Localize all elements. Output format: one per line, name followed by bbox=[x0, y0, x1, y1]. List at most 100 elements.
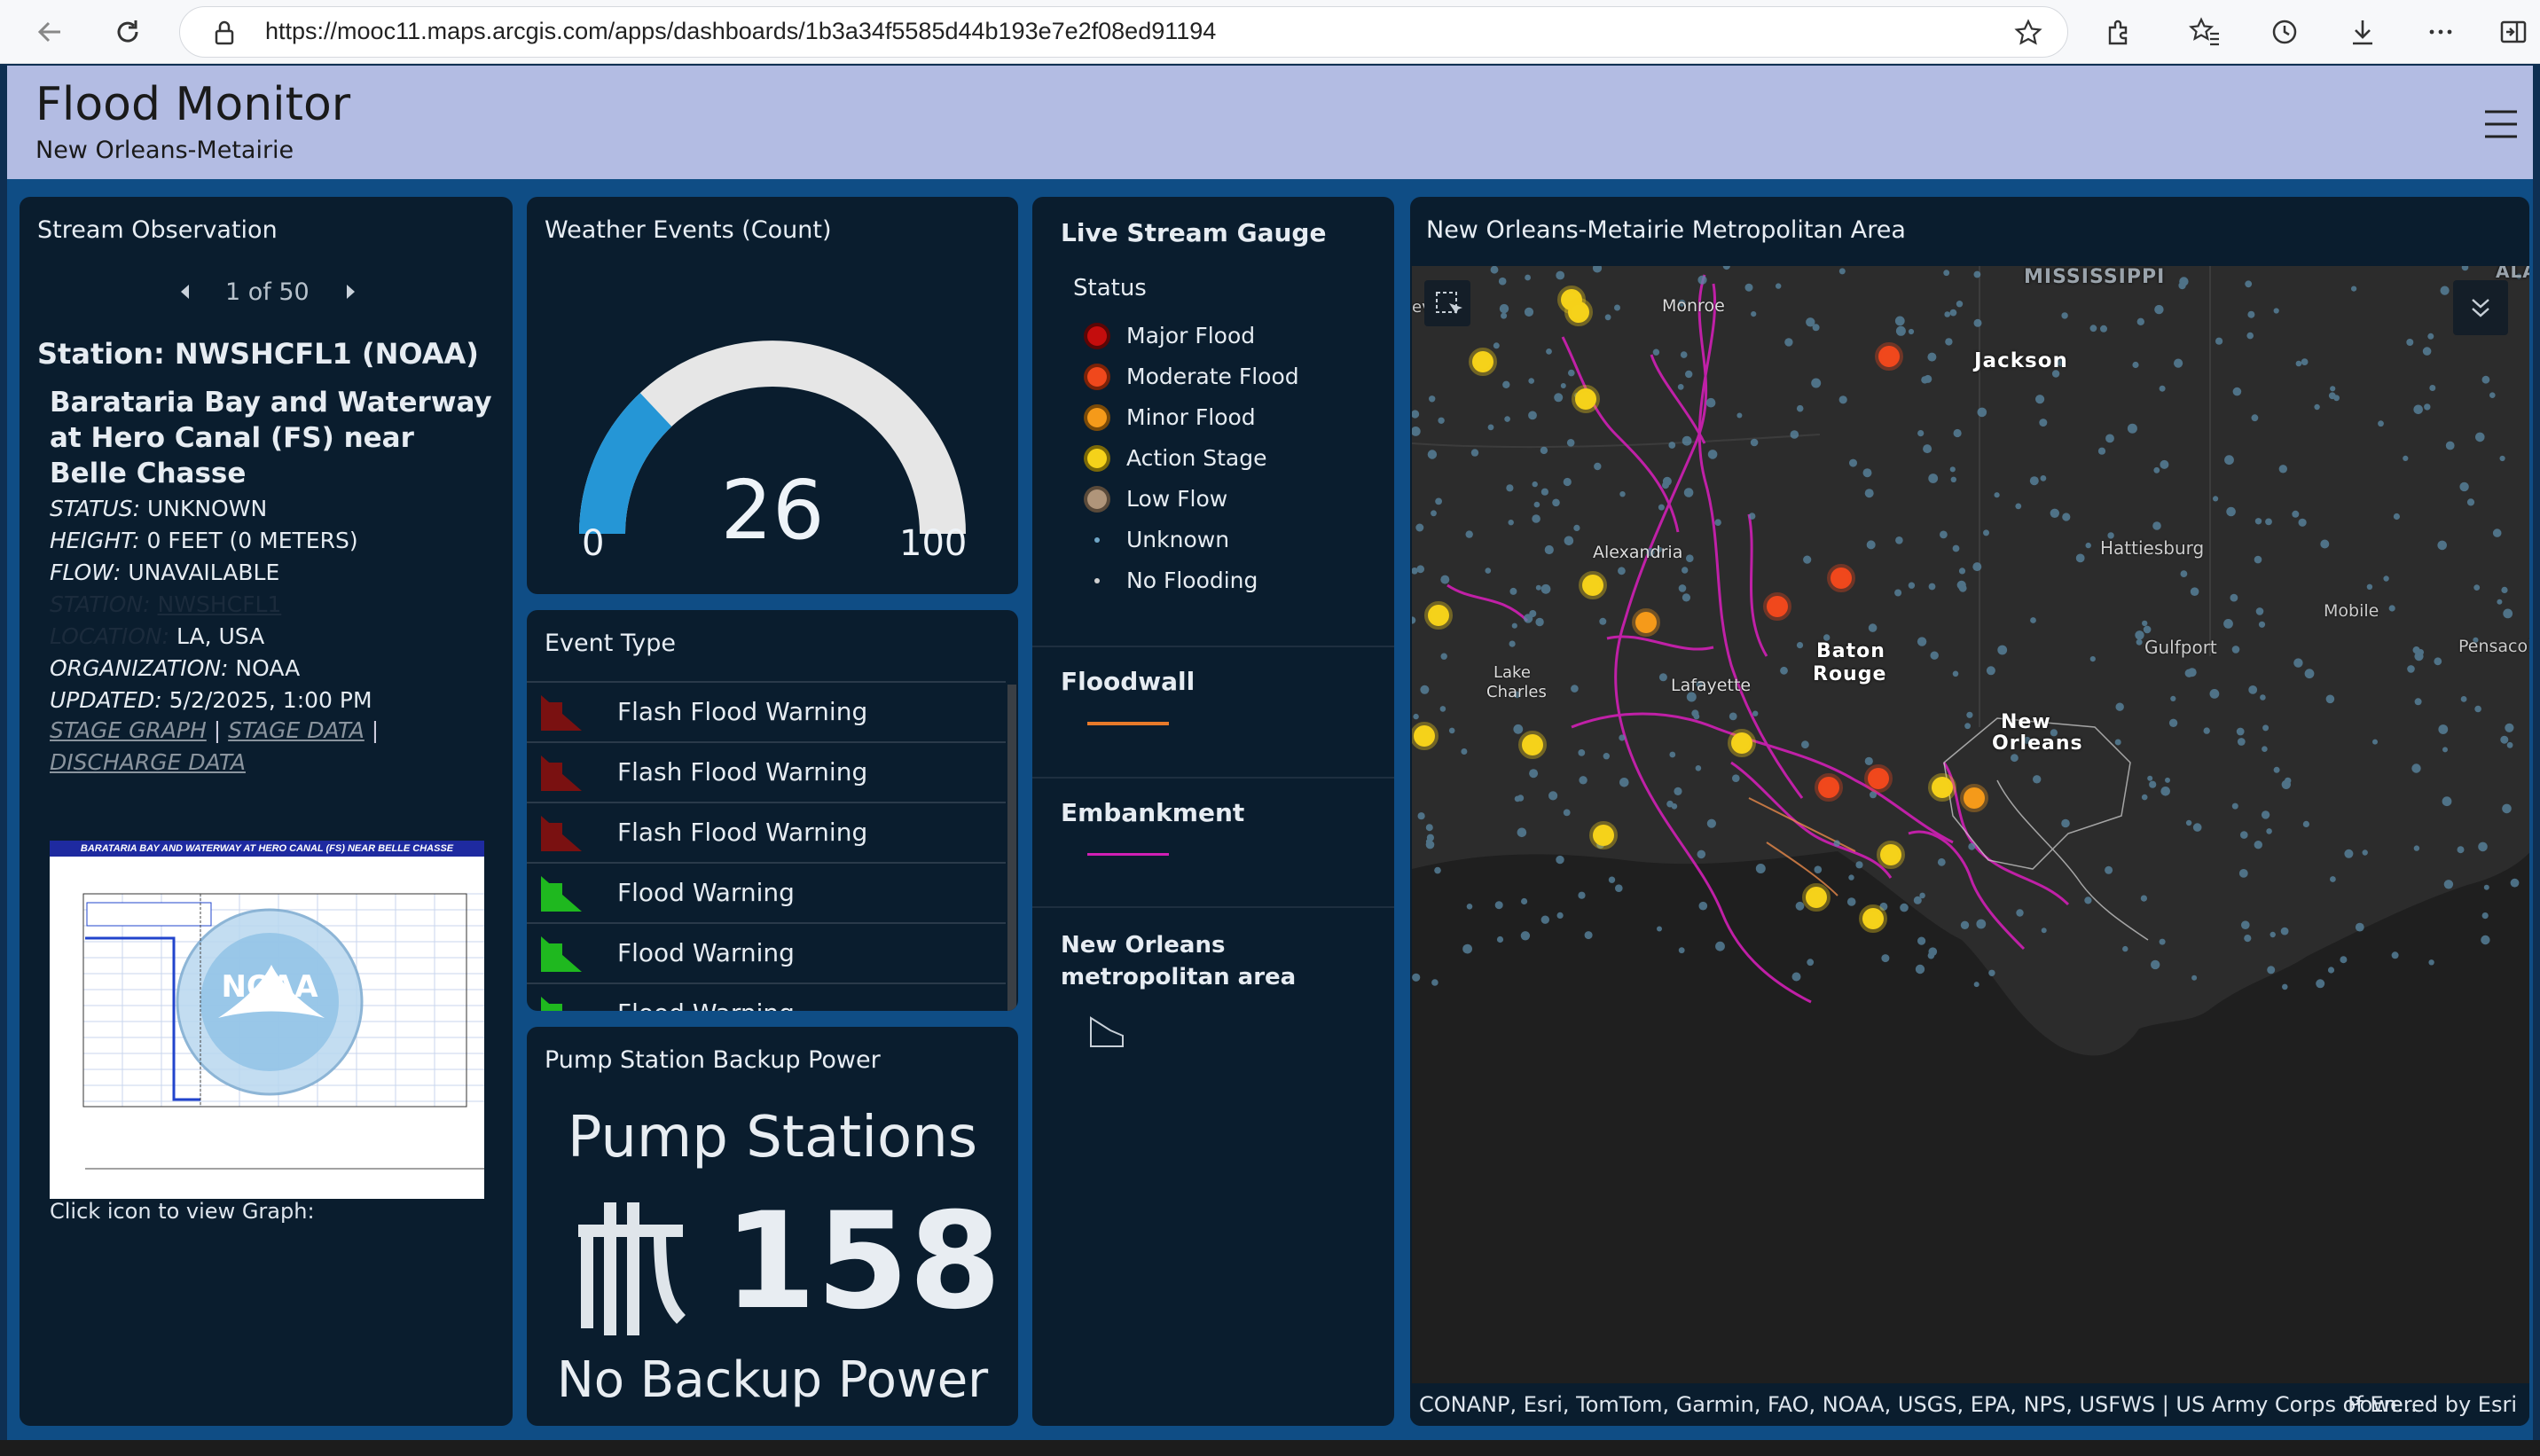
gauge-marker[interactable] bbox=[1973, 270, 1981, 278]
gauge-marker[interactable] bbox=[2165, 777, 2170, 783]
history-icon[interactable] bbox=[2263, 11, 2306, 53]
gauge-marker[interactable] bbox=[2422, 347, 2432, 356]
gauge-marker[interactable] bbox=[1658, 673, 1667, 682]
gauge-marker[interactable] bbox=[2393, 513, 2400, 521]
discharge-data-link[interactable]: DISCHARGE DATA bbox=[50, 749, 246, 775]
gauge-marker[interactable] bbox=[1435, 497, 1442, 505]
gauge-marker[interactable] bbox=[1784, 338, 1793, 347]
gauge-marker[interactable] bbox=[2153, 466, 2160, 474]
menu-icon[interactable] bbox=[2483, 108, 2519, 140]
gauge-marker[interactable] bbox=[2270, 931, 2276, 938]
gauge-marker[interactable] bbox=[1412, 427, 1421, 436]
event-list-item[interactable]: Flood Warning bbox=[527, 982, 1006, 1011]
gauge-marker[interactable] bbox=[1849, 458, 1857, 467]
gauge-marker[interactable] bbox=[2366, 583, 2373, 590]
gauge-marker[interactable] bbox=[1494, 901, 1503, 910]
gauge-marker[interactable] bbox=[2362, 849, 2368, 856]
gauge-marker[interactable] bbox=[1462, 943, 1472, 954]
gauge-marker[interactable] bbox=[2030, 617, 2036, 623]
gauge-marker[interactable] bbox=[1429, 395, 1436, 403]
gauge-marker[interactable] bbox=[2459, 481, 2469, 492]
gauge-marker[interactable] bbox=[2089, 325, 2097, 333]
gauge-marker[interactable] bbox=[1707, 450, 1718, 459]
gauge-marker[interactable] bbox=[2273, 308, 2279, 314]
gauge-marker[interactable] bbox=[2481, 375, 2490, 384]
more-icon[interactable] bbox=[2419, 11, 2462, 53]
gauge-marker[interactable] bbox=[2238, 869, 2248, 878]
alert-gauge-marker[interactable] bbox=[1589, 821, 1618, 849]
gauge-marker[interactable] bbox=[2383, 575, 2389, 582]
gauge-marker[interactable] bbox=[1493, 342, 1500, 349]
gauge-marker[interactable] bbox=[2388, 605, 2395, 612]
gauge-marker[interactable] bbox=[2192, 823, 2202, 832]
gauge-marker[interactable] bbox=[1619, 491, 1626, 497]
event-list-item[interactable]: Flash Flood Warning bbox=[527, 681, 1006, 741]
gauge-marker[interactable] bbox=[1412, 410, 1420, 419]
gauge-marker[interactable] bbox=[2136, 317, 2144, 325]
gauge-marker[interactable] bbox=[2302, 820, 2309, 828]
gauge-marker[interactable] bbox=[1928, 583, 1936, 591]
gauge-marker[interactable] bbox=[1668, 442, 1676, 449]
gauge-marker[interactable] bbox=[1997, 645, 2008, 655]
gauge-marker[interactable] bbox=[1438, 417, 1445, 424]
gauge-marker[interactable] bbox=[2122, 945, 2128, 952]
gauge-marker[interactable] bbox=[1496, 935, 1504, 943]
gauge-marker[interactable] bbox=[1848, 874, 1854, 881]
gauge-marker[interactable] bbox=[2320, 539, 2330, 549]
gauge-marker[interactable] bbox=[2483, 884, 2489, 890]
gauge-marker[interactable] bbox=[1677, 384, 1684, 390]
gauge-marker[interactable] bbox=[2132, 361, 2139, 369]
gauge-marker[interactable] bbox=[1868, 623, 1878, 632]
gauge-marker[interactable] bbox=[1976, 919, 1987, 929]
gauge-marker[interactable] bbox=[1744, 283, 1753, 292]
gauge-marker[interactable] bbox=[1603, 753, 1610, 760]
gauge-marker[interactable] bbox=[1833, 840, 1840, 847]
gauge-marker[interactable] bbox=[2258, 621, 2266, 628]
gauge-marker[interactable] bbox=[1578, 749, 1586, 756]
gauge-marker[interactable] bbox=[2440, 286, 2450, 295]
gauge-marker[interactable] bbox=[1608, 876, 1616, 883]
gauge-marker[interactable] bbox=[2241, 920, 2250, 929]
alert-gauge-marker[interactable] bbox=[1572, 385, 1600, 413]
gauge-marker[interactable] bbox=[1502, 380, 1510, 388]
gauge-marker[interactable] bbox=[2085, 542, 2091, 549]
gauge-marker[interactable] bbox=[1894, 316, 1905, 326]
gauge-marker[interactable] bbox=[2016, 909, 2024, 917]
gauge-marker[interactable] bbox=[1924, 374, 1932, 383]
gauge-marker[interactable] bbox=[2084, 896, 2092, 904]
gauge-marker[interactable] bbox=[1729, 712, 1737, 721]
gauge-marker[interactable] bbox=[1412, 616, 1416, 624]
gauge-marker[interactable] bbox=[1533, 501, 1540, 508]
gauge-marker[interactable] bbox=[2414, 698, 2422, 706]
gauge-marker[interactable] bbox=[1917, 936, 1926, 945]
gauge-marker[interactable] bbox=[1504, 416, 1510, 422]
gauge-marker[interactable] bbox=[1662, 481, 1669, 489]
gauge-marker[interactable] bbox=[1498, 277, 1507, 286]
gauge-marker[interactable] bbox=[1552, 498, 1560, 507]
gauge-marker[interactable] bbox=[1750, 438, 1759, 447]
gauge-marker[interactable] bbox=[2209, 689, 2220, 699]
gauge-marker[interactable] bbox=[1566, 439, 1575, 447]
gauge-marker[interactable] bbox=[2170, 695, 2176, 701]
gauge-marker[interactable] bbox=[2333, 395, 2340, 402]
gauge-marker[interactable] bbox=[1968, 842, 1976, 850]
gauge-marker[interactable] bbox=[1908, 328, 1915, 335]
alert-gauge-marker[interactable] bbox=[1864, 764, 1893, 793]
stage-data-link[interactable]: STAGE DATA bbox=[228, 717, 365, 743]
gauge-marker[interactable] bbox=[2178, 281, 2186, 290]
gauge-marker[interactable] bbox=[1814, 865, 1823, 873]
gauge-marker[interactable] bbox=[2437, 540, 2447, 551]
stage-graph-link[interactable]: STAGE GRAPH bbox=[50, 717, 207, 743]
gauge-marker[interactable] bbox=[1517, 827, 1527, 838]
gauge-marker[interactable] bbox=[2413, 845, 2420, 851]
gauge-marker[interactable] bbox=[1513, 724, 1524, 734]
select-tool-button[interactable] bbox=[1424, 280, 1470, 326]
gauge-marker[interactable] bbox=[2254, 841, 2262, 849]
gauge-marker[interactable] bbox=[2340, 956, 2348, 964]
gauge-marker[interactable] bbox=[1525, 274, 1531, 281]
gauge-marker[interactable] bbox=[1431, 979, 1439, 986]
event-list-item[interactable]: Flash Flood Warning bbox=[527, 802, 1006, 862]
gauge-marker[interactable] bbox=[1546, 348, 1552, 355]
gauge-marker[interactable] bbox=[1796, 404, 1804, 412]
alert-gauge-marker[interactable] bbox=[1728, 729, 1756, 757]
